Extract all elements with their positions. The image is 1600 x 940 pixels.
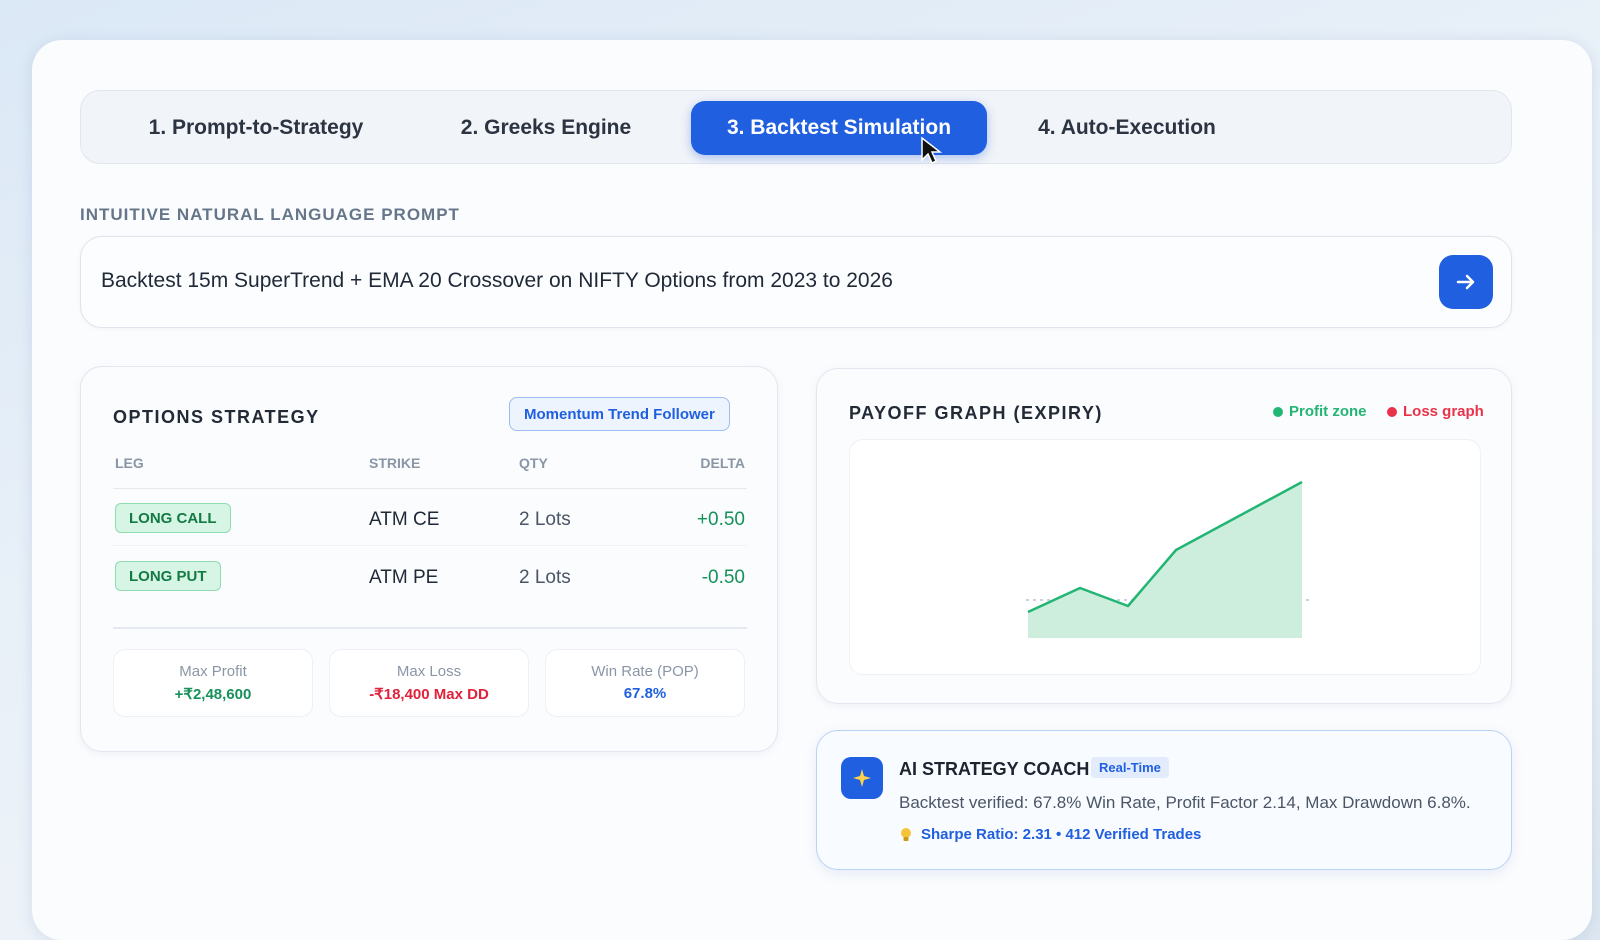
tab-greeks-engine[interactable]: 2. Greeks Engine [411, 101, 681, 155]
options-strategy-panel: OPTIONS STRATEGY Momentum Trend Follower… [80, 366, 778, 752]
legend-loss-label: Loss graph [1403, 403, 1484, 420]
row-divider [113, 545, 747, 546]
divider [113, 627, 747, 629]
stat-max-profit: Max Profit +₹2,48,600 [113, 649, 313, 717]
payoff-chart [1026, 480, 1312, 638]
strike-cell: ATM PE [369, 567, 439, 588]
main-card: 1. Prompt-to-Strategy 2. Greeks Engine 3… [32, 40, 1592, 940]
delta-cell: +0.50 [696, 509, 745, 530]
stat-label: Win Rate (POP) [591, 663, 699, 680]
mouse-cursor-icon [921, 136, 943, 165]
prompt-input[interactable]: Backtest 15m SuperTrend + EMA 20 Crossov… [80, 236, 1512, 328]
delta-cell: -0.50 [701, 567, 745, 588]
qty-cell: 2 Lots [519, 567, 571, 588]
payoff-title: PAYOFF GRAPH (EXPIRY) [849, 403, 1103, 423]
legend-profit: Profit zone [1273, 403, 1367, 420]
profit-dot-icon [1273, 406, 1283, 417]
payoff-graph [849, 439, 1481, 675]
strike-cell: ATM CE [369, 509, 440, 530]
leg-badge: LONG PUT [115, 561, 221, 591]
col-strike: STRIKE [369, 455, 421, 471]
stat-max-loss: Max Loss -₹18,400 Max DD [329, 649, 529, 717]
send-button[interactable] [1439, 255, 1493, 309]
real-time-badge: Real-Time [1091, 757, 1169, 778]
stat-value: 67.8% [623, 685, 667, 702]
loss-dot-icon [1387, 406, 1397, 417]
tab-bar: 1. Prompt-to-Strategy 2. Greeks Engine 3… [80, 90, 1512, 164]
coach-message: Backtest verified: 67.8% Win Rate, Profi… [899, 793, 1471, 812]
stat-label: Max Loss [396, 663, 462, 680]
leg-badge: LONG CALL [115, 503, 231, 533]
qty-cell: 2 Lots [519, 509, 571, 530]
tab-prompt-to-strategy[interactable]: 1. Prompt-to-Strategy [101, 101, 411, 155]
ai-strategy-coach-panel: AI STRATEGY COACH Real-Time Backtest ver… [816, 730, 1512, 870]
coach-footer-text: Sharpe Ratio: 2.31 • 412 Verified Trades [921, 826, 1202, 843]
stat-value: -₹18,400 Max DD [369, 686, 489, 703]
prompt-text[interactable]: Backtest 15m SuperTrend + EMA 20 Crossov… [101, 269, 893, 293]
col-leg: LEG [115, 455, 144, 471]
stat-value: +₹2,48,600 [174, 686, 252, 703]
prompt-label: INTUITIVE NATURAL LANGUAGE PROMPT [80, 205, 460, 224]
stat-label: Max Profit [179, 663, 247, 680]
legend-loss: Loss graph [1387, 403, 1484, 420]
coach-footer: Sharpe Ratio: 2.31 • 412 Verified Trades [899, 826, 1201, 843]
stat-win-rate: Win Rate (POP) 67.8% [545, 649, 745, 717]
arrow-right-icon [1456, 274, 1475, 290]
sparkle-icon [841, 757, 883, 799]
coach-title: AI STRATEGY COACH [899, 759, 1090, 779]
strategy-title: OPTIONS STRATEGY [113, 407, 320, 427]
payoff-graph-panel: PAYOFF GRAPH (EXPIRY) Profit zone Loss g… [816, 368, 1512, 704]
divider [113, 488, 747, 489]
col-delta: DELTA [700, 455, 745, 471]
tab-auto-execution[interactable]: 4. Auto-Execution [997, 101, 1257, 155]
col-qty: QTY [519, 455, 548, 471]
lightbulb-icon [901, 827, 911, 841]
legend-profit-label: Profit zone [1289, 403, 1367, 420]
strategy-tag[interactable]: Momentum Trend Follower [509, 397, 730, 431]
